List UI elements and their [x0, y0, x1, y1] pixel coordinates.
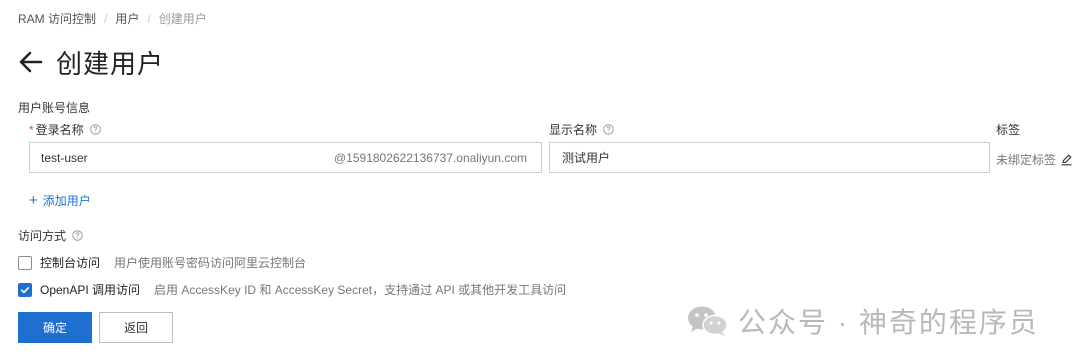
login-name-label: * 登录名称 — [29, 121, 101, 138]
console-access-label: 控制台访问 — [40, 256, 101, 270]
console-access-description: 用户使用账号密码访问阿里云控制台 — [114, 256, 307, 270]
help-icon[interactable] — [603, 124, 614, 135]
help-icon[interactable] — [72, 230, 83, 241]
add-user-button[interactable]: + 添加用户 — [29, 192, 91, 209]
watermark-text: 公众号 · 神奇的程序员 — [738, 307, 1039, 338]
breadcrumb-separator: / — [147, 11, 151, 26]
breadcrumb: RAM 访问控制 / 用户 / 创建用户 — [18, 10, 207, 27]
confirm-button[interactable]: 确定 — [18, 312, 92, 343]
openapi-access-checkbox[interactable] — [18, 282, 32, 297]
tags-value-text: 未绑定标签 — [996, 153, 1057, 167]
openapi-access-description: 启用 AccessKey ID 和 AccessKey Secret，支持通过 … — [154, 283, 567, 297]
login-name-suffix: @1591802622136737.onaliyun.com — [333, 150, 527, 165]
edit-icon[interactable] — [1060, 153, 1073, 166]
breadcrumb-ram[interactable]: RAM 访问控制 — [18, 10, 96, 27]
tags-value: 未绑定标签 — [996, 151, 1073, 168]
login-name-value: test-user — [41, 150, 88, 165]
account-section-title: 用户账号信息 — [18, 101, 91, 115]
checkmark-icon — [21, 286, 30, 293]
display-name-label: 显示名称 — [549, 121, 614, 138]
display-name-value: 测试用户 — [562, 151, 611, 165]
console-access-option[interactable]: 控制台访问 用户使用账号密码访问阿里云控制台 — [18, 254, 306, 271]
openapi-access-label: OpenAPI 调用访问 — [40, 283, 141, 297]
page-title: 创建用户 — [56, 49, 165, 79]
required-mark: * — [29, 123, 34, 137]
help-icon[interactable] — [89, 124, 101, 135]
watermark: 公众号 · 神奇的程序员 — [686, 301, 1039, 341]
back-arrow-icon[interactable] — [18, 49, 44, 75]
display-name-label-text: 显示名称 — [549, 123, 598, 137]
breadcrumb-current: 创建用户 — [158, 12, 207, 26]
plus-icon: + — [29, 191, 38, 209]
add-user-label: 添加用户 — [42, 194, 91, 208]
console-access-checkbox[interactable] — [18, 255, 32, 270]
access-section-title-text: 访问方式 — [18, 229, 67, 243]
wechat-icon — [688, 306, 728, 336]
access-section-title: 访问方式 — [18, 227, 83, 244]
login-name-input[interactable]: test-user @1591802622136737.onaliyun.com — [29, 142, 542, 173]
display-name-input[interactable]: 测试用户 — [549, 142, 990, 173]
back-button[interactable]: 返回 — [99, 312, 173, 343]
breadcrumb-separator: / — [104, 11, 108, 26]
openapi-access-option[interactable]: OpenAPI 调用访问 启用 AccessKey ID 和 AccessKey… — [18, 281, 566, 298]
breadcrumb-users[interactable]: 用户 — [115, 10, 139, 27]
tags-label: 标签 — [996, 123, 1021, 137]
login-name-label-text: 登录名称 — [35, 123, 84, 137]
